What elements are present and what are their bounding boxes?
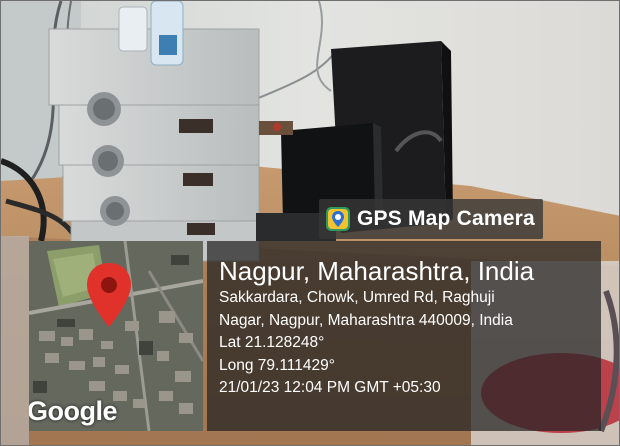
address-line-2: Nagar, Nagpur, Maharashtra 440009, India [219, 311, 513, 329]
gps-map-camera-badge: GPS Map Camera [319, 199, 543, 239]
camera-pin-icon [326, 207, 350, 231]
app-name: GPS Map Camera [357, 207, 535, 230]
address-line-1: Sakkardara, Chowk, Umred Rd, Raghuji [219, 289, 495, 306]
location-info-panel: Nagpur, Maharashtra, India Sakkardara, C… [207, 241, 601, 431]
map-attribution: Google [29, 396, 118, 426]
latitude: Lat 21.128248° [219, 334, 325, 351]
timestamp: 21/01/23 12:04 PM GMT +05:30 [219, 379, 441, 396]
longitude: Long 79.111429° [219, 356, 335, 374]
location-map-thumbnail: Google [29, 241, 203, 431]
photo-frame: GPS Map Camera Google Nagpur, Maharashtr… [0, 0, 620, 446]
place-name: Nagpur, Maharashtra, India [219, 256, 535, 286]
